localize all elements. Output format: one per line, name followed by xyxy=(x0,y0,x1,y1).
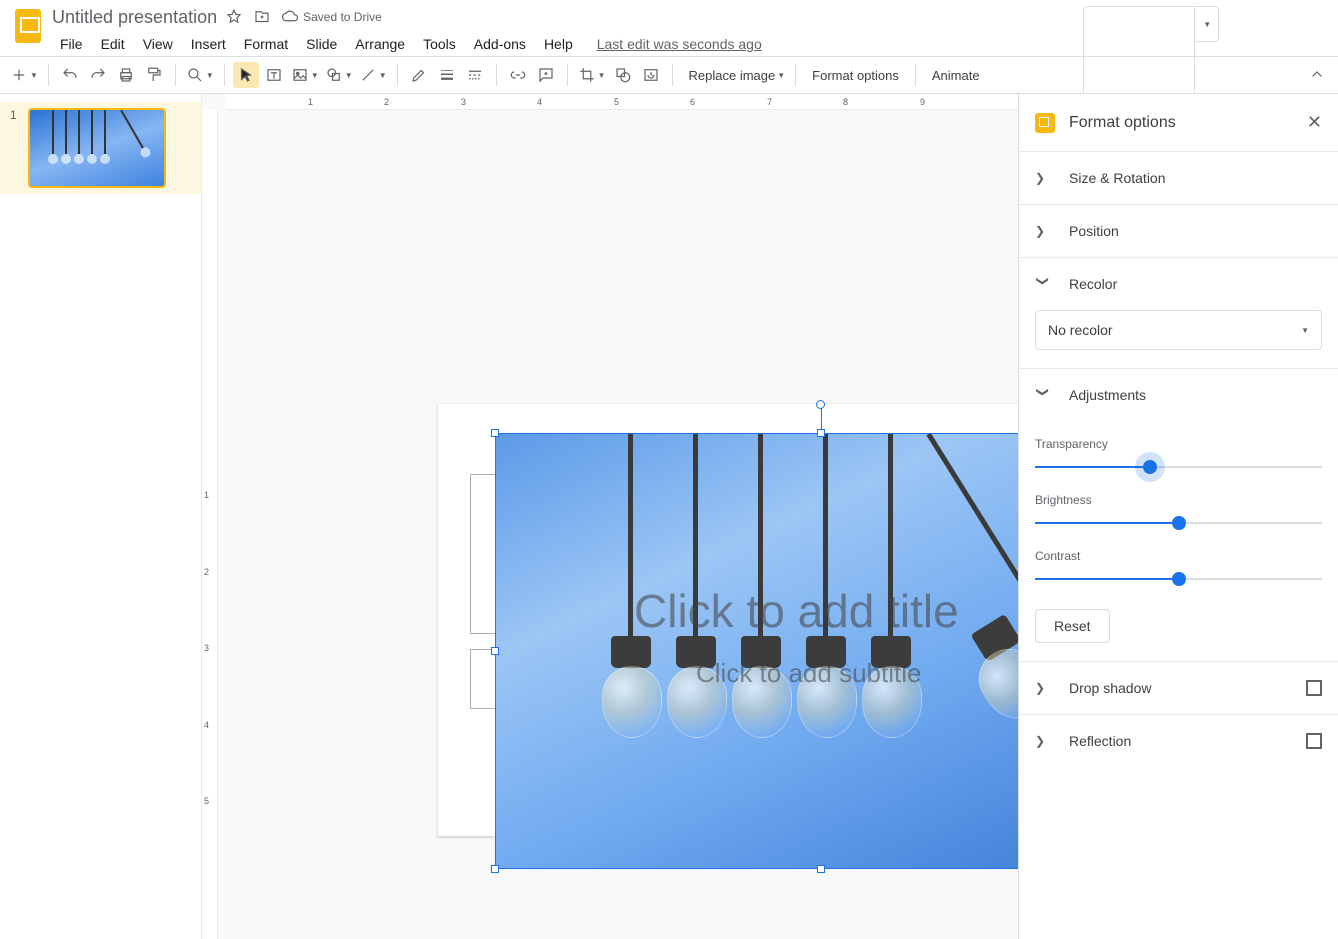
resize-handle-tl[interactable] xyxy=(491,429,499,437)
contrast-label: Contrast xyxy=(1035,549,1322,563)
menu-slide[interactable]: Slide xyxy=(298,32,345,56)
filmstrip[interactable]: 1 xyxy=(0,94,202,939)
crop-button[interactable]: ▼ xyxy=(576,62,608,88)
chevron-down-icon: ❯ xyxy=(1036,387,1050,403)
reset-image-button[interactable] xyxy=(638,62,664,88)
reset-button[interactable]: Reset xyxy=(1035,609,1110,643)
section-drop-shadow[interactable]: ❯ Drop shadow xyxy=(1019,662,1338,714)
menu-format[interactable]: Format xyxy=(236,32,296,56)
border-weight-button[interactable] xyxy=(434,62,460,88)
chevron-right-icon: ❯ xyxy=(1035,171,1051,185)
slide-thumbnail-1[interactable]: 1 xyxy=(0,102,201,194)
brightness-slider[interactable] xyxy=(1035,513,1322,533)
resize-handle-bl[interactable] xyxy=(491,865,499,873)
canvas-area[interactable]: 1 2 3 4 5 6 7 8 9 1 2 3 4 5 xyxy=(202,94,1018,939)
menu-file[interactable]: File xyxy=(52,32,91,56)
image-tool[interactable]: ▼ xyxy=(289,62,321,88)
toolbar: ▼ ▼ ▼ ▼ ▼ ▼ Replace image▼ Format option… xyxy=(0,56,1338,94)
redo-button[interactable] xyxy=(85,62,111,88)
section-recolor[interactable]: ❯ Recolor xyxy=(1019,258,1338,310)
replace-image-button[interactable]: Replace image▼ xyxy=(681,62,788,88)
menu-addons[interactable]: Add-ons xyxy=(466,32,534,56)
transparency-slider[interactable] xyxy=(1035,457,1322,477)
chevron-down-icon: ❯ xyxy=(1036,276,1050,292)
shape-tool[interactable]: ▼ xyxy=(323,62,355,88)
menu-tools[interactable]: Tools xyxy=(415,32,464,56)
menu-help[interactable]: Help xyxy=(536,32,581,56)
line-tool[interactable]: ▼ xyxy=(357,62,389,88)
app-header: Untitled presentation Saved to Drive Fil… xyxy=(0,0,1338,56)
collapse-toolbar-button[interactable] xyxy=(1304,62,1330,88)
format-options-button[interactable]: Format options xyxy=(804,62,907,88)
close-panel-button[interactable]: ✕ xyxy=(1307,112,1322,133)
brightness-label: Brightness xyxy=(1035,493,1322,507)
reflection-checkbox[interactable] xyxy=(1306,733,1322,749)
panel-title: Format options xyxy=(1069,114,1293,132)
section-size-rotation[interactable]: ❯ Size & Rotation xyxy=(1019,152,1338,204)
transparency-label: Transparency xyxy=(1035,437,1322,451)
last-edit-link[interactable]: Last edit was seconds ago xyxy=(597,36,762,52)
main-area: 1 1 2 3 4 5 6 7 8 9 1 2 3 4 5 xyxy=(0,94,1338,939)
menu-view[interactable]: View xyxy=(135,32,181,56)
zoom-button[interactable]: ▼ xyxy=(184,62,216,88)
drive-status[interactable]: Saved to Drive xyxy=(281,8,382,26)
title-ghost-text: Click to add title xyxy=(634,584,959,638)
textbox-tool[interactable] xyxy=(261,62,287,88)
slideshow-dropdown[interactable]: ▼ xyxy=(1195,6,1219,42)
section-position[interactable]: ❯ Position xyxy=(1019,205,1338,257)
chevron-right-icon: ❯ xyxy=(1035,224,1051,238)
undo-button[interactable] xyxy=(57,62,83,88)
resize-handle-b[interactable] xyxy=(817,865,825,873)
recolor-select[interactable]: No recolor▼ xyxy=(1035,310,1322,350)
mask-button[interactable] xyxy=(610,62,636,88)
resize-handle-l[interactable] xyxy=(491,647,499,655)
menu-edit[interactable]: Edit xyxy=(93,32,133,56)
drop-shadow-checkbox[interactable] xyxy=(1306,680,1322,696)
link-button[interactable] xyxy=(505,62,531,88)
section-reflection[interactable]: ❯ Reflection xyxy=(1019,715,1338,767)
border-color-button[interactable] xyxy=(406,62,432,88)
image-surface: Click to add title Click to add subtitle xyxy=(496,434,1018,868)
select-tool[interactable] xyxy=(233,62,259,88)
rotation-handle[interactable] xyxy=(816,400,825,409)
menu-insert[interactable]: Insert xyxy=(183,32,234,56)
comment-button[interactable] xyxy=(533,62,559,88)
chevron-right-icon: ❯ xyxy=(1035,681,1051,695)
animate-button[interactable]: Animate xyxy=(924,62,988,88)
format-options-panel: Format options ✕ ❯ Size & Rotation ❯ Pos… xyxy=(1018,94,1338,939)
selected-image[interactable]: Click to add title Click to add subtitle xyxy=(496,434,1018,868)
thumbnail-preview xyxy=(28,108,166,188)
format-options-icon xyxy=(1035,113,1055,133)
document-title[interactable]: Untitled presentation xyxy=(52,7,217,28)
paint-format-button[interactable] xyxy=(141,62,167,88)
move-icon[interactable] xyxy=(253,8,271,26)
slide-number: 1 xyxy=(10,108,20,122)
menu-bar: File Edit View Insert Format Slide Arran… xyxy=(52,32,973,56)
resize-handle-t[interactable] xyxy=(817,429,825,437)
slides-logo[interactable] xyxy=(8,6,48,46)
new-slide-button[interactable]: ▼ xyxy=(8,62,40,88)
menu-arrange[interactable]: Arrange xyxy=(347,32,413,56)
print-button[interactable] xyxy=(113,62,139,88)
border-dash-button[interactable] xyxy=(462,62,488,88)
horizontal-ruler: 1 2 3 4 5 6 7 8 9 xyxy=(226,94,1018,110)
contrast-slider[interactable] xyxy=(1035,569,1322,589)
chevron-right-icon: ❯ xyxy=(1035,734,1051,748)
star-icon[interactable] xyxy=(225,8,243,26)
vertical-ruler: 1 2 3 4 5 xyxy=(202,110,218,939)
section-adjustments[interactable]: ❯ Adjustments xyxy=(1019,369,1338,421)
